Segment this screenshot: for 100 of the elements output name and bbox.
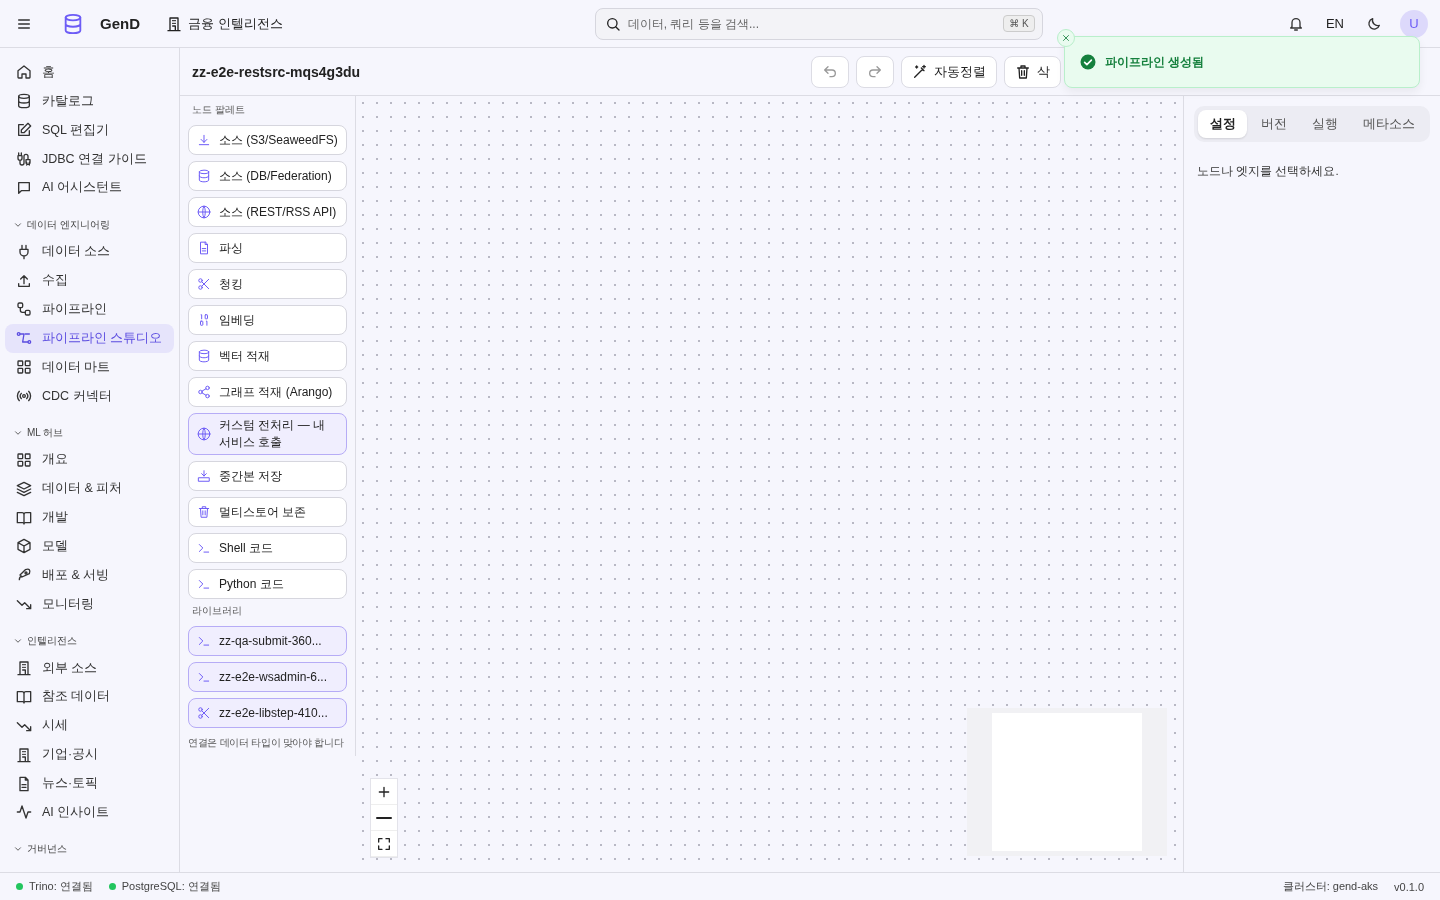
delete-button[interactable]: 삭 <box>1004 55 1061 88</box>
database-icon <box>16 93 32 110</box>
terminal-icon <box>197 634 211 648</box>
binary-icon <box>197 313 211 327</box>
sidebar-item[interactable]: SQL 편집기 <box>5 115 174 145</box>
sidebar-item[interactable]: 파이프라인 <box>5 295 174 324</box>
building-icon <box>166 15 182 32</box>
upload-icon <box>16 272 32 289</box>
scissors-icon <box>197 706 211 720</box>
empty-state-text: 노드나 엣지를 선택하세요. <box>1197 164 1340 179</box>
share-icon <box>197 385 211 399</box>
user-avatar[interactable]: U <box>1400 9 1428 38</box>
layers-icon <box>16 480 32 497</box>
palette-node[interactable]: 멀티스토어 보존 <box>188 497 347 527</box>
plug-icon <box>16 243 32 260</box>
palette-node[interactable]: 중간본 저장 <box>188 461 347 491</box>
pipeline-title: zz-e2e-restsrc-mqs4g3du <box>192 63 361 80</box>
sidebar-item[interactable]: 배포 & 서빙 <box>5 560 174 590</box>
palette-node[interactable]: 임베딩 <box>188 305 347 335</box>
sidebar-section-header[interactable]: ML 허브 <box>5 420 174 446</box>
workflow-icon <box>16 330 32 347</box>
sidebar-section-header[interactable]: 거버넌스 <box>5 836 174 862</box>
inspector-tab[interactable]: 실행 <box>1300 110 1349 138</box>
palette-node[interactable]: 커스텀 전처리 — 내 서비스 호출 <box>188 413 347 455</box>
sidebar-item[interactable]: 시세 <box>5 711 174 741</box>
bell-icon <box>1287 15 1304 32</box>
sidebar-item[interactable]: 기업·공시 <box>5 740 174 770</box>
home-icon <box>16 64 32 81</box>
building-icon <box>16 660 32 677</box>
database-logo-icon <box>62 12 84 35</box>
fit-view-icon <box>376 835 392 852</box>
document-icon <box>197 241 211 255</box>
moon-icon <box>1366 15 1382 32</box>
sidebar-item[interactable]: AI 어시스턴트 <box>5 173 174 203</box>
palette-node[interactable]: 소스 (DB/Federation) <box>188 161 347 191</box>
magic-wand-icon <box>912 63 928 80</box>
sidebar-item[interactable]: JDBC 연결 가이드 <box>5 144 174 174</box>
sidebar-item[interactable]: 참조 데이터 <box>5 682 174 712</box>
sidebar-item[interactable]: CDC 커넥터 <box>5 381 174 411</box>
trash-icon <box>197 505 211 519</box>
palette-node[interactable]: Python 코드 <box>188 569 347 599</box>
palette-node[interactable]: Shell 코드 <box>188 533 347 563</box>
sidebar-item[interactable]: 파이프라인 스튜디오 <box>5 323 174 353</box>
language-button[interactable]: EN <box>1321 12 1348 35</box>
sidebar-item[interactable]: AI 인사이트 <box>5 797 174 827</box>
cluster-name: 클러스터: gend-aks <box>1282 879 1379 894</box>
auto-layout-button[interactable]: 자동정렬 <box>901 55 997 88</box>
connection-hint: 연결은 데이터 타입이 맞아야 합니다 <box>188 736 345 750</box>
palette-node[interactable]: 파싱 <box>188 233 347 263</box>
grid-icon <box>16 451 32 468</box>
redo-icon <box>867 63 883 80</box>
cable-icon <box>16 151 32 167</box>
palette-node[interactable]: 소스 (REST/RSS API) <box>188 197 347 227</box>
palette-title: 노드 팔레트 <box>192 104 246 117</box>
inspector-tab[interactable]: 설정 <box>1198 110 1247 138</box>
undo-icon <box>822 63 838 80</box>
library-node[interactable]: zz-qa-submit-360... <box>188 626 347 656</box>
workflow-icon <box>16 301 32 318</box>
version-label: v0.1.0 <box>1394 880 1424 893</box>
sidebar-item[interactable]: 데이터 소스 <box>5 237 174 267</box>
sidebar-item[interactable]: 홈 <box>5 58 174 87</box>
workspace-name: 금융 인텔리전스 <box>188 14 283 33</box>
sidebar-item[interactable]: 모델 <box>5 532 174 561</box>
palette-node[interactable]: 벡터 적재 <box>188 341 347 371</box>
check-circle-icon <box>1079 53 1097 71</box>
close-button[interactable] <box>1057 29 1075 47</box>
inspector-tab[interactable]: 메타소스 <box>1351 110 1426 138</box>
edit-icon <box>16 122 32 139</box>
palette-node[interactable]: 청킹 <box>188 269 347 299</box>
cube-icon <box>16 538 32 555</box>
close-icon <box>1061 33 1071 43</box>
sidebar-item[interactable]: 카탈로그 <box>5 86 174 116</box>
sidebar-item[interactable]: 모니터링 <box>5 589 174 619</box>
sidebar-section-header[interactable]: 데이터 엔지니어링 <box>5 212 174 238</box>
sidebar-item[interactable]: 개요 <box>5 445 174 475</box>
sidebar-item[interactable]: 데이터 & 피처 <box>5 474 174 504</box>
sidebar-item[interactable]: 뉴스·토픽 <box>5 769 174 798</box>
globe-icon <box>197 427 211 441</box>
book-icon <box>16 688 32 705</box>
library-title: 라이브러리 <box>192 605 243 618</box>
toast-message: 파이프라인 생성됨 <box>1105 53 1205 71</box>
sidebar-section-header[interactable]: 인텔리전스 <box>5 628 174 654</box>
library-node[interactable]: zz-e2e-libstep-410... <box>188 698 347 728</box>
terminal-icon <box>197 577 211 591</box>
book-icon <box>16 509 32 526</box>
scissors-icon <box>197 277 211 291</box>
library-node[interactable]: zz-e2e-wsadmin-6... <box>188 662 347 692</box>
sidebar-item[interactable]: 수집 <box>5 266 174 296</box>
terminal-icon <box>197 541 211 555</box>
database-icon <box>197 349 211 363</box>
palette-node[interactable]: 그래프 적재 (Arango) <box>188 377 347 407</box>
connection-status: PostgreSQL: 연결됨 <box>121 879 221 894</box>
download-icon <box>197 133 211 147</box>
inspector-tab[interactable]: 버전 <box>1249 110 1298 138</box>
sidebar-item[interactable]: 외부 소스 <box>5 653 174 683</box>
palette-node[interactable]: 소스 (S3/SeaweedFS) <box>188 125 347 155</box>
connection-status: Trino: 연결됨 <box>29 879 93 894</box>
pulse-icon <box>16 804 32 821</box>
sidebar-item[interactable]: 개발 <box>5 503 174 533</box>
sidebar-item[interactable]: 데이터 마트 <box>5 352 174 382</box>
